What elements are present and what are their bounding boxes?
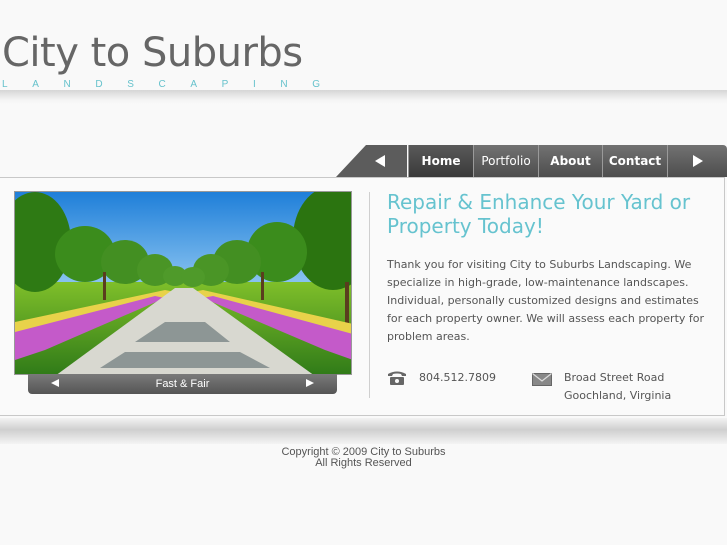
logo-letter: L — [2, 79, 8, 90]
nav-item-contact[interactable]: Contact — [602, 145, 667, 177]
slideshow-prev-button[interactable] — [50, 378, 60, 391]
logo-letter: A — [32, 79, 39, 90]
logo-letter: C — [158, 79, 166, 90]
address-line-2: Goochland, Virginia — [564, 389, 672, 402]
triangle-left-icon — [51, 378, 59, 387]
slideshow-next-button[interactable] — [305, 378, 315, 391]
logo-letter: G — [312, 79, 320, 90]
page: City to Suburbs L A N D S C A P I N G Ho… — [0, 0, 727, 545]
nav-item-home[interactable]: Home — [408, 145, 473, 177]
logo-letter: P — [221, 79, 229, 90]
nav-item-label: Portfolio — [481, 154, 531, 168]
right-arrow-icon — [692, 155, 703, 167]
logo-subtitle: L A N D S C A P I N G — [2, 79, 320, 90]
rights-text: All Rights Reserved — [315, 457, 412, 469]
footer-shadow-band — [0, 418, 727, 444]
nav-item-label: Contact — [608, 154, 662, 168]
page-headline: Repair & Enhance Your Yard or Property T… — [387, 190, 691, 238]
nav-prev-button[interactable] — [336, 145, 407, 177]
nav-item-label: About — [550, 154, 591, 168]
nav-next-button[interactable] — [667, 145, 727, 177]
logo-letter: N — [63, 79, 71, 90]
logo-title[interactable]: City to Suburbs — [2, 30, 303, 76]
triangle-right-icon — [305, 378, 314, 387]
intro-paragraph: Thank you for visiting City to Suburbs L… — [387, 258, 705, 343]
garden-path-image — [15, 192, 351, 374]
logo-letter: D — [95, 79, 103, 90]
left-arrow-icon — [375, 155, 385, 167]
logo-letter: S — [127, 79, 134, 90]
nav-item-label: Home — [421, 154, 461, 168]
logo-letter: I — [252, 79, 256, 90]
slideshow-control-bar: Fast & Fair — [28, 374, 337, 394]
nav-item-about[interactable]: About — [538, 145, 602, 177]
contact-address: Broad Street Road Goochland, Virginia — [532, 369, 671, 405]
logo-letter: A — [190, 79, 198, 90]
nav-item-portfolio[interactable]: Portfolio — [473, 145, 538, 177]
header-shadow-band — [0, 90, 727, 104]
envelope-icon — [532, 373, 552, 386]
slideshow-image[interactable] — [14, 191, 352, 375]
contact-phone: 804.512.7809 — [387, 370, 496, 385]
logo-letter: N — [280, 79, 288, 90]
slideshow-caption: Fast & Fair — [155, 378, 210, 390]
telephone-icon — [388, 371, 406, 385]
address-line-1: Broad Street Road — [564, 371, 665, 384]
main-nav: Home Portfolio About Contact — [336, 145, 727, 177]
phone-number: 804.512.7809 — [419, 371, 496, 384]
content-divider — [369, 192, 370, 398]
footer: Copyright © 2009 City to Suburbs All Rig… — [0, 447, 727, 469]
